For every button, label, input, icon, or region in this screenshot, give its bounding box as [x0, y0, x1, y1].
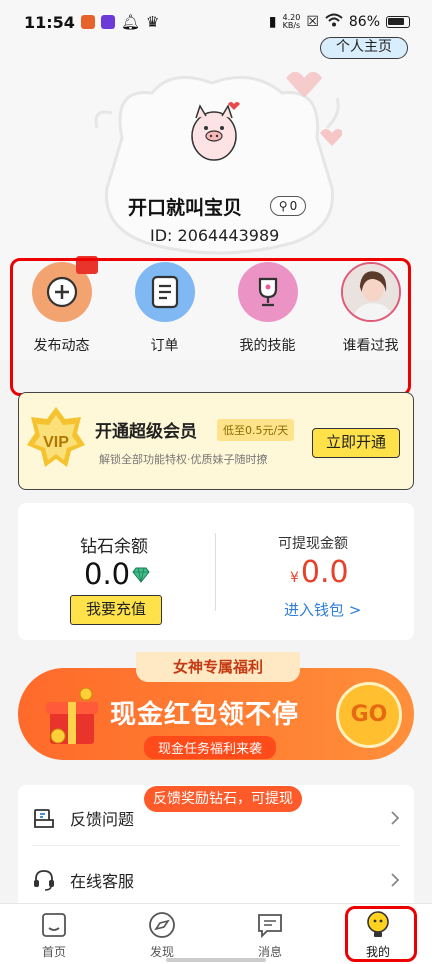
highlight-box-tab-me [345, 906, 417, 962]
diamond-balance-title: 钻石余额 [80, 537, 148, 557]
nosim-icon: ☒ [306, 14, 319, 30]
battery-icon [386, 16, 410, 28]
list-item-customer-service[interactable]: 在线客服 [18, 851, 414, 909]
app-notification-icon [80, 15, 95, 29]
status-time: 11:54 [24, 12, 75, 32]
vip-subtitle: 解锁全部功能特权·优质妹子随时撩 [99, 453, 268, 466]
wallet-divider [215, 533, 216, 611]
user-nickname: 开口就叫宝贝 [128, 197, 243, 219]
app-notification-icon [100, 15, 115, 29]
home-icon [42, 913, 66, 937]
likes-count: 0 [289, 199, 298, 213]
chevron-right-icon [391, 873, 400, 887]
go-button[interactable]: GO [336, 682, 402, 748]
cash-balance-title: 可提现金额 [278, 536, 348, 552]
vip-title: 开通超级会员 [95, 422, 197, 442]
gesture-bar [166, 958, 266, 962]
chevron-right-icon [391, 811, 400, 825]
bell-icon: 🔔︎ [120, 13, 140, 31]
tab-discover[interactable]: 发现 [108, 904, 216, 964]
user-id: ID: 2064443989 [150, 226, 280, 245]
gift-box-icon [46, 687, 98, 744]
diamond-balance-amount: 0.0 [84, 557, 131, 591]
compass-icon [149, 912, 175, 938]
vip-badge-icon: VIP [27, 407, 85, 467]
message-icon [258, 914, 282, 939]
tab-home[interactable]: 首页 [0, 904, 108, 964]
vip-open-button[interactable]: 立即开通 [312, 428, 400, 458]
diamond-icon [132, 567, 150, 583]
feedback-icon [34, 809, 54, 828]
banner-top-tag: 女神专属福利 [136, 652, 300, 682]
banner-headline: 现金红包领不停 [110, 700, 300, 730]
list-divider [32, 845, 400, 846]
banner-subline: 现金任务福利来袭 [144, 736, 277, 759]
user-avatar[interactable] [184, 100, 244, 164]
feedback-reward-badge: 反馈奖励钻石，可提现 [144, 786, 302, 812]
likes-badge[interactable]: ⚲ 0 [270, 196, 306, 216]
net-speed: 4.20 KB/s [282, 13, 301, 30]
vibrate-icon: ▮ [268, 14, 277, 30]
search-icon: ⚲ [278, 199, 288, 213]
enter-wallet-link[interactable]: 进入钱包 > [284, 599, 361, 620]
cash-balance-amount: ¥0.0 [290, 555, 349, 590]
recharge-button[interactable]: 我要充值 [70, 595, 162, 625]
vip-card[interactable]: VIP 开通超级会员 低至0.5元/天 解锁全部功能特权·优质妹子随时撩 立即开… [18, 392, 414, 490]
wifi-icon [325, 13, 343, 31]
tab-messages[interactable]: 消息 [216, 904, 324, 964]
crown-icon: ♛ [145, 13, 160, 31]
battery-percent: 86% [348, 14, 380, 30]
headset-icon [34, 870, 54, 891]
svg-text:VIP: VIP [43, 434, 69, 451]
cash-redpacket-banner[interactable]: 女神专属福利 现金红包领不停 现金任务福利来袭 GO [18, 652, 414, 764]
vip-price-tag: 低至0.5元/天 [217, 419, 295, 441]
wallet-card: 钻石余额 0.0 我要充值 可提现金额 ¥0.0 进入钱包 > [18, 503, 414, 640]
status-bar: 11:54 🔔︎ ♛ ▮ 4.20 KB/s ☒ 86% [0, 0, 432, 44]
highlight-box-actions [10, 258, 411, 396]
